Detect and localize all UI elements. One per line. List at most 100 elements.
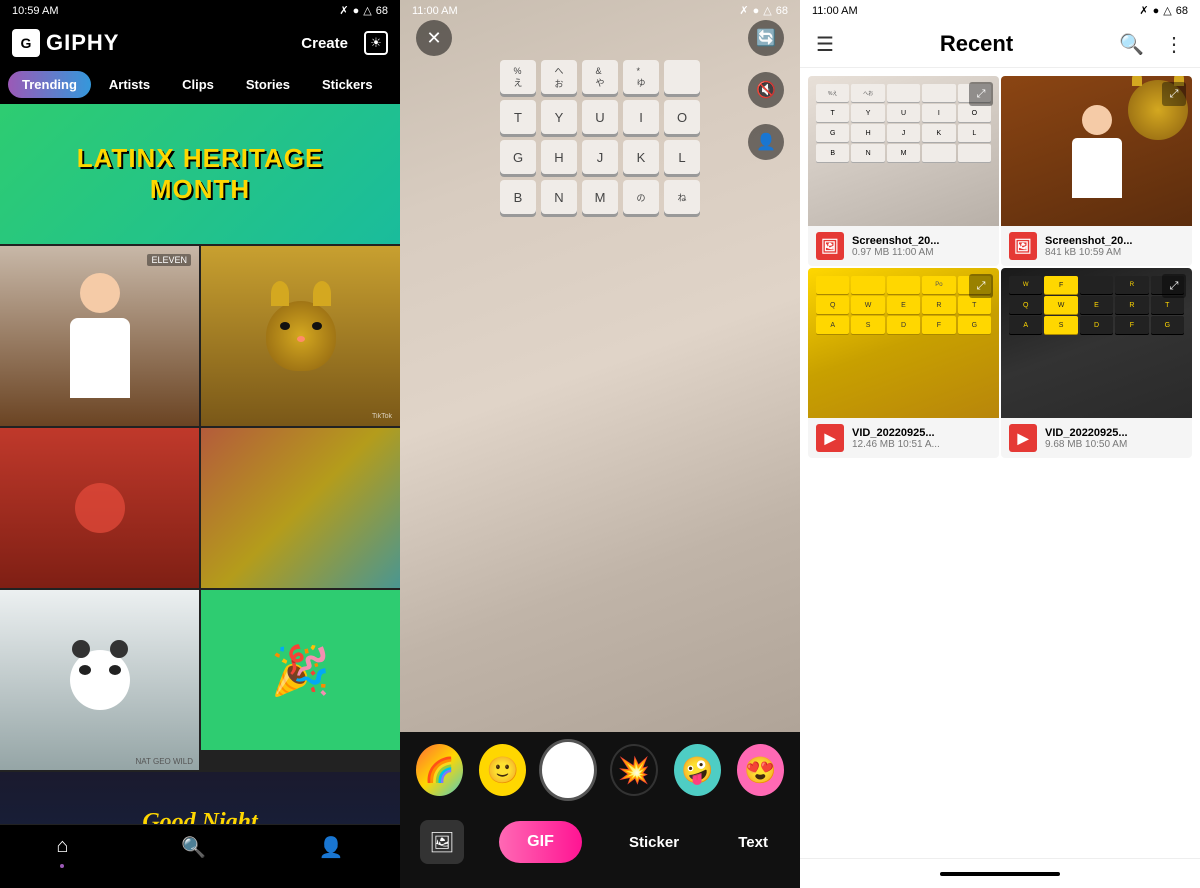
file-card-2[interactable]: ⤢ 🖼 Screenshot_20... 841 kB 10:59 AM (1001, 76, 1192, 266)
person-body (1072, 138, 1122, 198)
menu-icon[interactable]: ☰ (816, 32, 834, 57)
person-head (1082, 105, 1112, 135)
file-details-4: VID_20220925... 9.68 MB 10:50 AM (1045, 427, 1184, 450)
file-thumbnail-4: W F R Q W E R T A S D F G ⤢ (1001, 268, 1192, 418)
files-panel: 11:00 AM ✗ ● △ 68 ☰ Recent 🔍 ⋮ %え へお (800, 0, 1200, 888)
create-button[interactable]: Create (301, 35, 348, 52)
bat-icon: 68 (776, 5, 788, 17)
file-meta-2: 841 kB 10:59 AM (1045, 247, 1184, 258)
search-icon[interactable]: 🔍 (1119, 32, 1144, 57)
more-options-icon[interactable]: ⋮ (1164, 32, 1184, 57)
wf-icon: △ (763, 4, 771, 17)
file-meta-3: 12.46 MB 10:51 A... (852, 439, 991, 450)
expand-icon-2[interactable]: ⤢ (1162, 82, 1186, 106)
file-thumbnail-1: %え へお T Y U I O G H J K L B N (808, 76, 999, 226)
sticker-bar: 🌈 🙂 💥 🤪 😍 (400, 732, 800, 808)
files-header-actions: 🔍 ⋮ (1119, 32, 1184, 57)
camera-panel: 11:00 AM ✗ ● △ 68 %え へお &や *ゆ T Y (400, 0, 800, 888)
gif-placeholder[interactable] (201, 428, 400, 588)
video-file-icon-2: ▶ (1018, 430, 1029, 447)
gif-cat[interactable]: TikTok (201, 246, 400, 426)
camera-bottom-bar: 🖼 GIF Sticker Text (400, 808, 800, 888)
home-icon: ⌂ (56, 835, 68, 858)
giphy-status-icons: ✗ ● △ 68 (339, 4, 388, 17)
bottom-nav-home[interactable]: ⌂ (56, 835, 68, 868)
star-sticker[interactable]: 💥 (610, 744, 658, 796)
expand-icon-4[interactable]: ⤢ (1162, 274, 1186, 298)
file-details-2: Screenshot_20... 841 kB 10:59 AM (1045, 235, 1184, 258)
file-name-2: Screenshot_20... (1045, 235, 1184, 247)
files-bat-icon: 68 (1176, 5, 1188, 17)
file-thumbnail-2: ⤢ (1001, 76, 1192, 226)
files-bt-icon: ✗ (1139, 4, 1148, 17)
bottom-nav-profile[interactable]: 👤 (319, 835, 344, 868)
image-file-icon: 🖼 (821, 238, 839, 255)
expand-icon-3[interactable]: ⤢ (969, 274, 993, 298)
portrait-mode-button[interactable]: 👤 (748, 124, 784, 160)
mute-button[interactable]: 🔇 (748, 72, 784, 108)
nav-trending[interactable]: Trending (8, 71, 91, 98)
camera-status-time: 11:00 AM (412, 5, 458, 17)
camera-viewfinder: %え へお &や *ゆ T Y U I O G H J K (400, 0, 800, 732)
file-info-4: ▶ VID_20220925... 9.68 MB 10:50 AM (1001, 418, 1192, 458)
bluetooth-icon: ✗ (339, 4, 348, 17)
gif-mode-button[interactable]: GIF (499, 821, 582, 863)
file-details-1: Screenshot_20... 0.97 MB 11:00 AM (852, 235, 991, 258)
pink-sticker[interactable]: 😍 (737, 744, 784, 796)
text-mode-button[interactable]: Text (726, 826, 780, 859)
file-card-4[interactable]: W F R Q W E R T A S D F G ⤢ (1001, 268, 1192, 458)
giphy-app-panel: 10:59 AM ✗ ● △ 68 G GIPHY Create ☀ Trend… (0, 0, 400, 888)
close-button[interactable]: ✕ (416, 20, 452, 56)
sticker-mode-button[interactable]: Sticker (617, 826, 691, 859)
files-status-time: 11:00 AM (812, 5, 858, 17)
giphy-logo-text: GIPHY (46, 30, 119, 56)
crazy-sticker[interactable]: 🤪 (674, 744, 721, 796)
file-card-1[interactable]: %え へお T Y U I O G H J K L B N (808, 76, 999, 266)
giphy-status-time: 10:59 AM (12, 5, 58, 17)
gif-soccer[interactable] (0, 428, 199, 588)
flip-camera-button[interactable]: 🔄 (748, 20, 784, 56)
file-info-2: 🖼 Screenshot_20... 841 kB 10:59 AM (1001, 226, 1192, 266)
image-file-icon-2: 🖼 (1014, 238, 1032, 255)
file-meta-1: 0.97 MB 11:00 AM (852, 247, 991, 258)
bottom-nav-search[interactable]: 🔍 (181, 835, 206, 868)
file-details-3: VID_20220925... 12.46 MB 10:51 A... (852, 427, 991, 450)
giphy-status-bar: 10:59 AM ✗ ● △ 68 (0, 0, 400, 21)
gif-emoji[interactable]: 🎉 (201, 590, 400, 750)
nav-clips[interactable]: Clips (168, 71, 228, 98)
gif-man[interactable]: ELEVEN (0, 246, 199, 426)
smiley-sticker[interactable]: 🙂 (479, 744, 526, 796)
wifi-icon: △ (363, 4, 371, 17)
giphy-logo-icon: G (12, 29, 40, 57)
giphy-nav-bar: Trending Artists Clips Stories Stickers (0, 65, 400, 104)
signal-icon: ● (353, 5, 360, 17)
gallery-button[interactable]: 🖼 (420, 820, 464, 864)
bottom-indicator (940, 872, 1060, 876)
gif-goodnight[interactable]: Good Night (0, 772, 400, 824)
nav-stories[interactable]: Stories (232, 71, 304, 98)
files-sig-icon: ● (1153, 5, 1160, 17)
file-type-icon-4: ▶ (1009, 424, 1037, 452)
battery-icon: 68 (376, 5, 388, 17)
nav-stickers[interactable]: Stickers (308, 71, 387, 98)
files-grid: %え へお T Y U I O G H J K L B N (800, 68, 1200, 858)
nav-artists[interactable]: Artists (95, 71, 164, 98)
files-status-bar: 11:00 AM ✗ ● △ 68 (800, 0, 1200, 21)
files-header: ☰ Recent 🔍 ⋮ (800, 21, 1200, 68)
capture-button[interactable] (542, 742, 593, 798)
expand-icon-1[interactable]: ⤢ (969, 82, 993, 106)
active-indicator (60, 864, 64, 868)
gif-panda[interactable]: NAT GEO WILD (0, 590, 199, 770)
files-wifi-icon: △ (1163, 4, 1171, 17)
file-type-icon-1: 🖼 (816, 232, 844, 260)
profile-icon: 👤 (319, 835, 344, 860)
giphy-header-right: Create ☀ (301, 31, 388, 55)
file-name-4: VID_20220925... (1045, 427, 1184, 439)
file-info-1: 🖼 Screenshot_20... 0.97 MB 11:00 AM (808, 226, 999, 266)
sig-icon: ● (753, 5, 760, 17)
file-type-icon-2: 🖼 (1009, 232, 1037, 260)
camera-icon[interactable]: ☀ (364, 31, 388, 55)
file-card-3[interactable]: Po Q W E R T A S D F G ⤢ ▶ (808, 268, 999, 458)
camera-status-bar: 11:00 AM ✗ ● △ 68 (400, 0, 800, 21)
gradient-sticker[interactable]: 🌈 (416, 744, 463, 796)
